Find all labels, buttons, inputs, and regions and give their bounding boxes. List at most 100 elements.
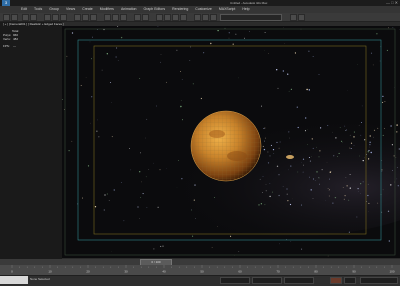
menu-edit[interactable]: Edit	[18, 6, 31, 13]
scale-icon[interactable]	[90, 14, 97, 21]
verts-label: Verts:	[3, 37, 11, 41]
star	[396, 131, 397, 132]
curve-editor-icon[interactable]	[164, 14, 171, 21]
star	[394, 182, 395, 183]
menu-rendering[interactable]: Rendering	[169, 6, 192, 13]
star	[381, 212, 382, 213]
star	[349, 148, 350, 149]
star	[147, 207, 148, 208]
track-tick-label: 90	[352, 270, 356, 274]
menu-animation[interactable]: Animation	[118, 6, 141, 13]
menu-group[interactable]: Group	[46, 6, 63, 13]
unlink-icon[interactable]	[30, 14, 37, 21]
layer-icon[interactable]	[156, 14, 163, 21]
star	[351, 148, 352, 149]
star	[107, 194, 108, 195]
star	[182, 79, 183, 80]
star	[382, 102, 383, 103]
render-setup-icon[interactable]	[194, 14, 201, 21]
menu-modifiers[interactable]: Modifiers	[97, 6, 118, 13]
menu-views[interactable]: Views	[63, 6, 79, 13]
star	[316, 171, 317, 172]
menu-help[interactable]: Help	[239, 6, 253, 13]
playback-controls[interactable]	[360, 277, 398, 284]
mirror-icon[interactable]	[134, 14, 141, 21]
z-coordinate-field[interactable]	[284, 277, 314, 284]
menu-create[interactable]: Create	[79, 6, 97, 13]
viewport-label[interactable]: [ + ] [Camera001 ] [ Realistic + Edged F…	[3, 22, 64, 27]
star	[264, 149, 265, 150]
star	[97, 29, 98, 30]
render-frame-icon[interactable]	[202, 14, 209, 21]
named-selection-dropdown[interactable]	[220, 14, 282, 21]
viewport-scene	[62, 26, 400, 258]
star	[131, 170, 132, 171]
star	[121, 182, 122, 183]
star	[274, 153, 275, 154]
region-select-icon[interactable]	[60, 14, 67, 21]
render-icon[interactable]	[210, 14, 217, 21]
keyboard-shortcut-icon[interactable]	[290, 14, 297, 21]
star	[191, 209, 192, 210]
help-icon[interactable]	[298, 14, 305, 21]
align-icon[interactable]	[142, 14, 149, 21]
maxscript-listener[interactable]	[0, 276, 28, 284]
camera-viewport[interactable]	[62, 26, 400, 258]
star	[192, 236, 193, 237]
star	[139, 218, 140, 219]
angle-snap-icon[interactable]	[112, 14, 119, 21]
star	[295, 52, 296, 53]
redo-icon[interactable]	[11, 14, 18, 21]
star	[238, 251, 239, 252]
star	[263, 146, 264, 147]
set-key-button[interactable]	[344, 277, 356, 284]
star	[368, 150, 369, 151]
star	[342, 142, 343, 143]
star	[88, 165, 89, 166]
star	[392, 170, 393, 171]
star	[86, 77, 87, 78]
star	[277, 166, 278, 167]
menu-tools[interactable]: Tools	[31, 6, 46, 13]
schematic-icon[interactable]	[172, 14, 179, 21]
star	[360, 135, 361, 136]
material-editor-icon[interactable]	[180, 14, 187, 21]
star	[297, 172, 298, 173]
star	[384, 101, 385, 102]
undo-icon[interactable]	[3, 14, 10, 21]
planet-sphere[interactable]	[191, 111, 261, 181]
star	[236, 34, 237, 35]
star	[369, 147, 370, 148]
star	[110, 82, 111, 83]
x-coordinate-field[interactable]	[220, 277, 250, 284]
star	[335, 197, 336, 198]
star	[343, 187, 344, 188]
menu-customize[interactable]: Customize	[192, 6, 216, 13]
y-coordinate-field[interactable]	[252, 277, 282, 284]
rotate-icon[interactable]	[82, 14, 89, 21]
star	[115, 56, 116, 57]
select-icon[interactable]	[44, 14, 51, 21]
track-bar[interactable]: 0102030405060708090100	[0, 265, 400, 275]
menu-graph-editors[interactable]: Graph Editors	[141, 6, 170, 13]
star	[91, 58, 92, 59]
fps-value: —	[13, 44, 16, 48]
move-icon[interactable]	[74, 14, 81, 21]
star	[388, 211, 389, 212]
star	[270, 155, 271, 156]
star	[107, 53, 108, 54]
star	[288, 131, 289, 132]
auto-key-button[interactable]	[330, 277, 342, 284]
snap-icon[interactable]	[104, 14, 111, 21]
star	[377, 203, 378, 204]
select-by-name-icon[interactable]	[52, 14, 59, 21]
percent-snap-icon[interactable]	[120, 14, 127, 21]
star	[350, 187, 351, 188]
track-tick-label: 80	[314, 270, 318, 274]
star	[373, 65, 374, 66]
star	[368, 203, 369, 204]
link-icon[interactable]	[22, 14, 29, 21]
star	[158, 207, 159, 208]
star	[201, 98, 202, 99]
menu-maxscript[interactable]: MAXScript	[216, 6, 240, 13]
